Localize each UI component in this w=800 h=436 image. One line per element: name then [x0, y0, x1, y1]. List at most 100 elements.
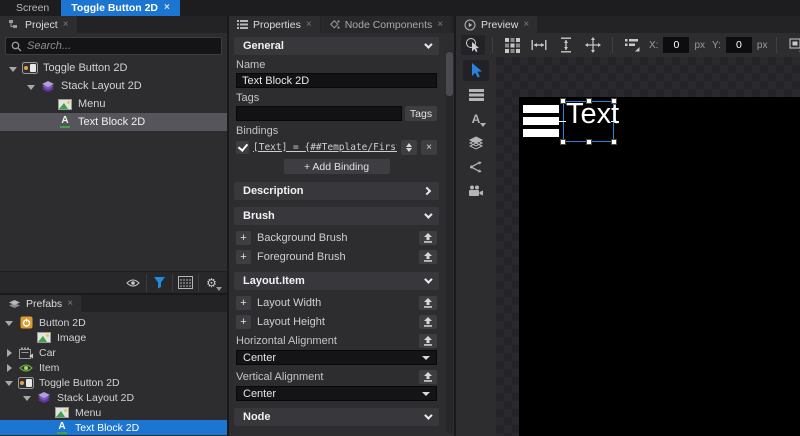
tab-screen[interactable]: Screen — [6, 0, 59, 16]
add-layout-width-button[interactable]: + — [236, 296, 251, 310]
tree-item-item[interactable]: Item — [0, 360, 227, 375]
promote-value-button[interactable] — [419, 370, 437, 384]
binding-expression[interactable]: [Text] = {##Template/FirstApp — [253, 142, 397, 153]
project-search[interactable] — [5, 37, 222, 55]
text-tool-button[interactable]: A — [463, 108, 489, 129]
expander-icon[interactable] — [22, 393, 31, 402]
layout-overlay-button[interactable] — [784, 35, 800, 55]
close-icon[interactable]: × — [306, 20, 312, 30]
fit-height-button[interactable] — [554, 35, 578, 55]
tab-project[interactable]: Project × — [0, 16, 77, 33]
menu-hamburger-graphic[interactable] — [523, 105, 559, 141]
expander-icon[interactable] — [4, 363, 13, 372]
tree-item-button-2d[interactable]: Button 2D — [0, 315, 227, 330]
tree-item-stack-layout-2d[interactable]: Stack Layout 2D — [0, 390, 227, 405]
name-value: Text Block 2D — [242, 75, 309, 87]
tree-item-toggle-button-2d[interactable]: Toggle Button 2D — [0, 375, 227, 390]
tree-item-car[interactable]: Car — [0, 345, 227, 360]
section-general[interactable]: General — [234, 37, 439, 55]
section-layout-item[interactable]: Layout.Item — [234, 272, 439, 290]
close-icon[interactable]: × — [523, 20, 529, 30]
preview-body: A Text — [456, 57, 800, 436]
preview-canvas-area[interactable]: Text — [496, 57, 800, 436]
tree-item-menu[interactable]: Menu — [0, 405, 227, 420]
tree-item-text-block-2d[interactable]: A Text Block 2D — [0, 113, 227, 131]
expander-icon[interactable] — [4, 378, 13, 387]
add-layout-height-button[interactable]: + — [236, 315, 251, 329]
tab-preview[interactable]: Preview × — [456, 16, 537, 33]
section-description[interactable]: Description — [234, 182, 439, 200]
binding-checkbox[interactable] — [236, 141, 249, 154]
promote-value-button[interactable] — [419, 250, 437, 264]
horizontal-alignment-select[interactable]: Center — [236, 350, 437, 365]
tab-properties[interactable]: Properties × — [229, 16, 320, 33]
y-coordinate-field[interactable]: 0 — [726, 37, 752, 53]
fit-screen-button[interactable] — [581, 35, 605, 55]
close-icon[interactable]: × — [164, 3, 170, 13]
tags-button[interactable]: Tags — [405, 106, 437, 121]
layer-square-icon — [789, 38, 800, 52]
name-field[interactable]: Text Block 2D — [236, 73, 437, 88]
tree-item-toggle-button-2d[interactable]: Toggle Button 2D — [0, 59, 227, 77]
tree-item-text-block-2d[interactable]: A Text Block 2D — [0, 420, 227, 435]
upload-icon — [423, 298, 433, 308]
resize-handle[interactable] — [560, 98, 566, 104]
project-tree-icon — [8, 19, 20, 30]
x-coordinate-field[interactable]: 0 — [663, 37, 689, 53]
resize-handle[interactable] — [611, 98, 617, 104]
close-icon[interactable]: × — [67, 299, 73, 309]
tree-item-menu[interactable]: Menu — [0, 95, 227, 113]
search-input[interactable] — [27, 40, 216, 52]
tree-item-stack-layout-2d[interactable]: Stack Layout 2D — [0, 77, 227, 95]
visibility-button[interactable] — [120, 274, 146, 292]
resize-handle[interactable] — [560, 139, 566, 145]
tab-node-components[interactable]: Node Components × — [321, 16, 451, 33]
camera-tool-button[interactable] — [463, 180, 489, 201]
promote-value-button[interactable] — [419, 334, 437, 348]
fit-width-button[interactable] — [527, 35, 551, 55]
interact-tool-button[interactable] — [461, 35, 485, 55]
binding-remove-button[interactable]: × — [421, 140, 437, 155]
expander-icon[interactable] — [4, 348, 13, 357]
tile-grid-button[interactable] — [500, 35, 524, 55]
add-binding-button[interactable]: + Add Binding — [284, 159, 390, 174]
tab-prefabs[interactable]: Prefabs × — [0, 295, 81, 312]
selection-box[interactable]: Text — [563, 101, 614, 142]
promote-value-button[interactable] — [419, 315, 437, 329]
grid-tool-button[interactable] — [463, 84, 489, 105]
vertical-alignment-select[interactable]: Center — [236, 386, 437, 401]
tags-field[interactable] — [236, 106, 402, 121]
filter-button[interactable] — [146, 274, 172, 292]
expander-icon[interactable] — [4, 318, 13, 327]
add-background-brush-button[interactable]: + — [236, 231, 251, 245]
preview-canvas[interactable]: Text — [519, 97, 800, 436]
chevron-down-icon — [424, 210, 432, 218]
alignment-tools-button[interactable] — [620, 35, 644, 55]
resize-handle[interactable] — [586, 139, 592, 145]
y-unit-label: px — [757, 40, 768, 51]
add-foreground-brush-button[interactable]: + — [236, 250, 251, 264]
promote-value-button[interactable] — [419, 231, 437, 245]
mid-right-tick — [611, 121, 618, 122]
tab-toggle-button-2d[interactable]: Toggle Button 2D × — [61, 0, 180, 16]
tree-item-image[interactable]: Image — [0, 330, 227, 345]
settings-button[interactable]: ⚙ — [198, 274, 224, 292]
section-node[interactable]: Node — [234, 408, 439, 426]
properties-scrollbar[interactable] — [446, 51, 453, 433]
close-icon[interactable]: × — [437, 20, 443, 30]
layers-tool-button[interactable] — [463, 132, 489, 153]
connections-tool-button[interactable] — [463, 156, 489, 177]
expander-icon[interactable] — [8, 64, 17, 73]
resize-handle[interactable] — [586, 98, 592, 104]
upload-icon — [423, 233, 433, 243]
expander-icon[interactable] — [26, 82, 35, 91]
name-label: Name — [236, 60, 437, 71]
promote-value-button[interactable] — [419, 296, 437, 310]
close-icon[interactable]: × — [63, 20, 69, 30]
grid-view-button[interactable] — [172, 274, 198, 292]
resize-handle[interactable] — [611, 139, 617, 145]
select-tool-button[interactable] — [463, 60, 489, 81]
section-brush[interactable]: Brush — [234, 207, 439, 225]
scrollbar-thumb[interactable] — [446, 52, 453, 96]
binding-reorder-button[interactable] — [401, 140, 417, 155]
